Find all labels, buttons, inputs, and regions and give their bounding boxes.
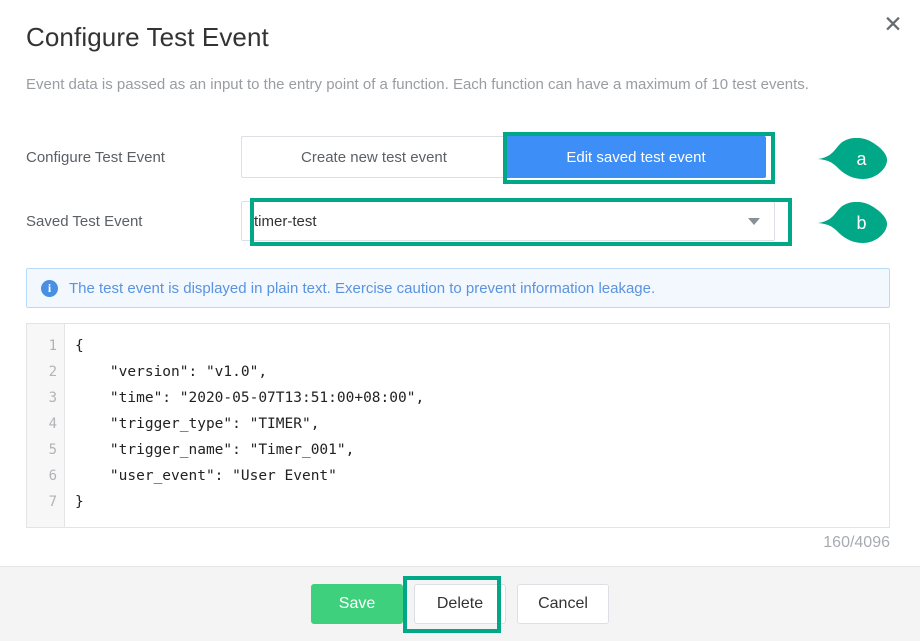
- code-line: "time": "2020-05-07T13:51:00+08:00",: [75, 390, 425, 406]
- code-line: "trigger_name": "Timer_001",: [75, 442, 355, 458]
- info-circle-icon: i: [41, 279, 58, 297]
- configure-test-event-label: Configure Test Event: [26, 148, 165, 166]
- line-number: 1: [48, 338, 57, 354]
- annotation-marker-b-label: b: [856, 212, 867, 233]
- code-line: }: [75, 494, 84, 510]
- page-title: Configure Test Event: [26, 22, 269, 52]
- line-number: 7: [48, 494, 57, 510]
- code-line: "user_event": "User Event": [75, 468, 337, 484]
- code-line: "version": "v1.0",: [75, 364, 268, 380]
- code-line: "trigger_type": "TIMER",: [75, 416, 320, 432]
- line-number-gutter: 1 2 3 4 5 6 7: [27, 324, 65, 527]
- delete-button[interactable]: Delete: [414, 584, 506, 624]
- line-number: 5: [48, 442, 57, 458]
- annotation-marker-b: b: [818, 202, 888, 244]
- annotation-marker-a-label: a: [856, 148, 867, 169]
- line-number: 4: [48, 416, 57, 432]
- saved-test-event-label: Saved Test Event: [26, 212, 143, 230]
- test-event-code-editor[interactable]: 1 2 3 4 5 6 7 { "version": "v1.0", "time…: [26, 323, 890, 528]
- saved-test-event-value: timer-test: [254, 212, 317, 230]
- info-banner: i The test event is displayed in plain t…: [26, 268, 890, 308]
- line-number: 6: [48, 468, 57, 484]
- dialog-description: Event data is passed as an input to the …: [26, 76, 809, 93]
- create-new-test-event-button[interactable]: Create new test event: [241, 136, 506, 178]
- annotation-marker-a: a: [818, 138, 888, 180]
- test-event-mode-segmented-control: Create new test event Edit saved test ev…: [241, 136, 766, 178]
- dialog-footer: Save Delete Cancel: [0, 566, 920, 641]
- code-line: {: [75, 338, 84, 354]
- configure-test-event-dialog: ✕ Configure Test Event Event data is pas…: [0, 0, 920, 641]
- close-icon[interactable]: ✕: [878, 9, 908, 39]
- info-banner-text: The test event is displayed in plain tex…: [69, 279, 656, 297]
- character-counter: 160/4096: [823, 534, 890, 551]
- line-number: 2: [48, 364, 57, 380]
- edit-saved-test-event-button[interactable]: Edit saved test event: [506, 136, 766, 178]
- chevron-down-icon: [748, 217, 760, 225]
- save-button[interactable]: Save: [311, 584, 403, 624]
- saved-test-event-select[interactable]: timer-test: [241, 201, 775, 241]
- cancel-button[interactable]: Cancel: [517, 584, 609, 624]
- saved-test-event-row: Saved Test Event timer-test: [26, 201, 775, 241]
- line-number: 3: [48, 390, 57, 406]
- configure-test-event-row: Configure Test Event Create new test eve…: [26, 136, 766, 178]
- code-content[interactable]: { "version": "v1.0", "time": "2020-05-07…: [65, 324, 889, 527]
